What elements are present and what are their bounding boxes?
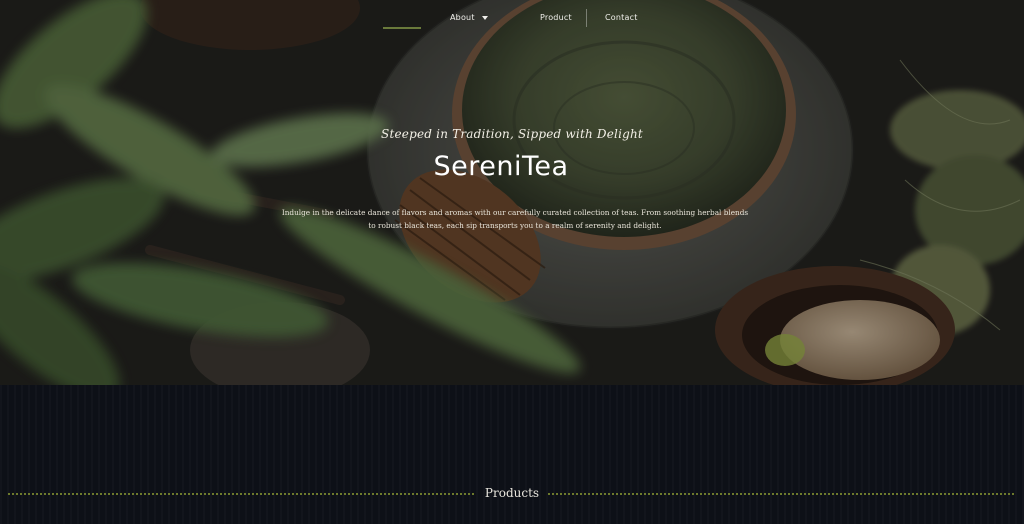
caret-down-icon <box>482 13 489 22</box>
nav-item-about[interactable]: About <box>450 13 489 22</box>
products-section <box>0 385 1024 524</box>
nav-divider <box>586 9 587 27</box>
nav-item-product[interactable]: Product <box>540 13 572 22</box>
hero-overlay <box>0 0 1024 385</box>
nav-item-label: About <box>450 13 475 22</box>
nav-item-label: Product <box>540 13 572 22</box>
section-divider-right <box>548 493 1016 495</box>
brand-title: SereniTea <box>433 151 569 182</box>
hero-tagline: Steeped in Tradition, Sipped with Deligh… <box>381 127 643 141</box>
nav-item-label: Contact <box>605 13 638 22</box>
hero-intro-text: Indulge in the delicate dance of flavors… <box>281 208 749 230</box>
hero-section: About Product Contact Steeped in Traditi… <box>0 0 1024 385</box>
nav-active-indicator <box>383 27 421 29</box>
top-navigation: About Product Contact <box>0 0 1024 36</box>
nav-item-contact[interactable]: Contact <box>605 13 638 22</box>
